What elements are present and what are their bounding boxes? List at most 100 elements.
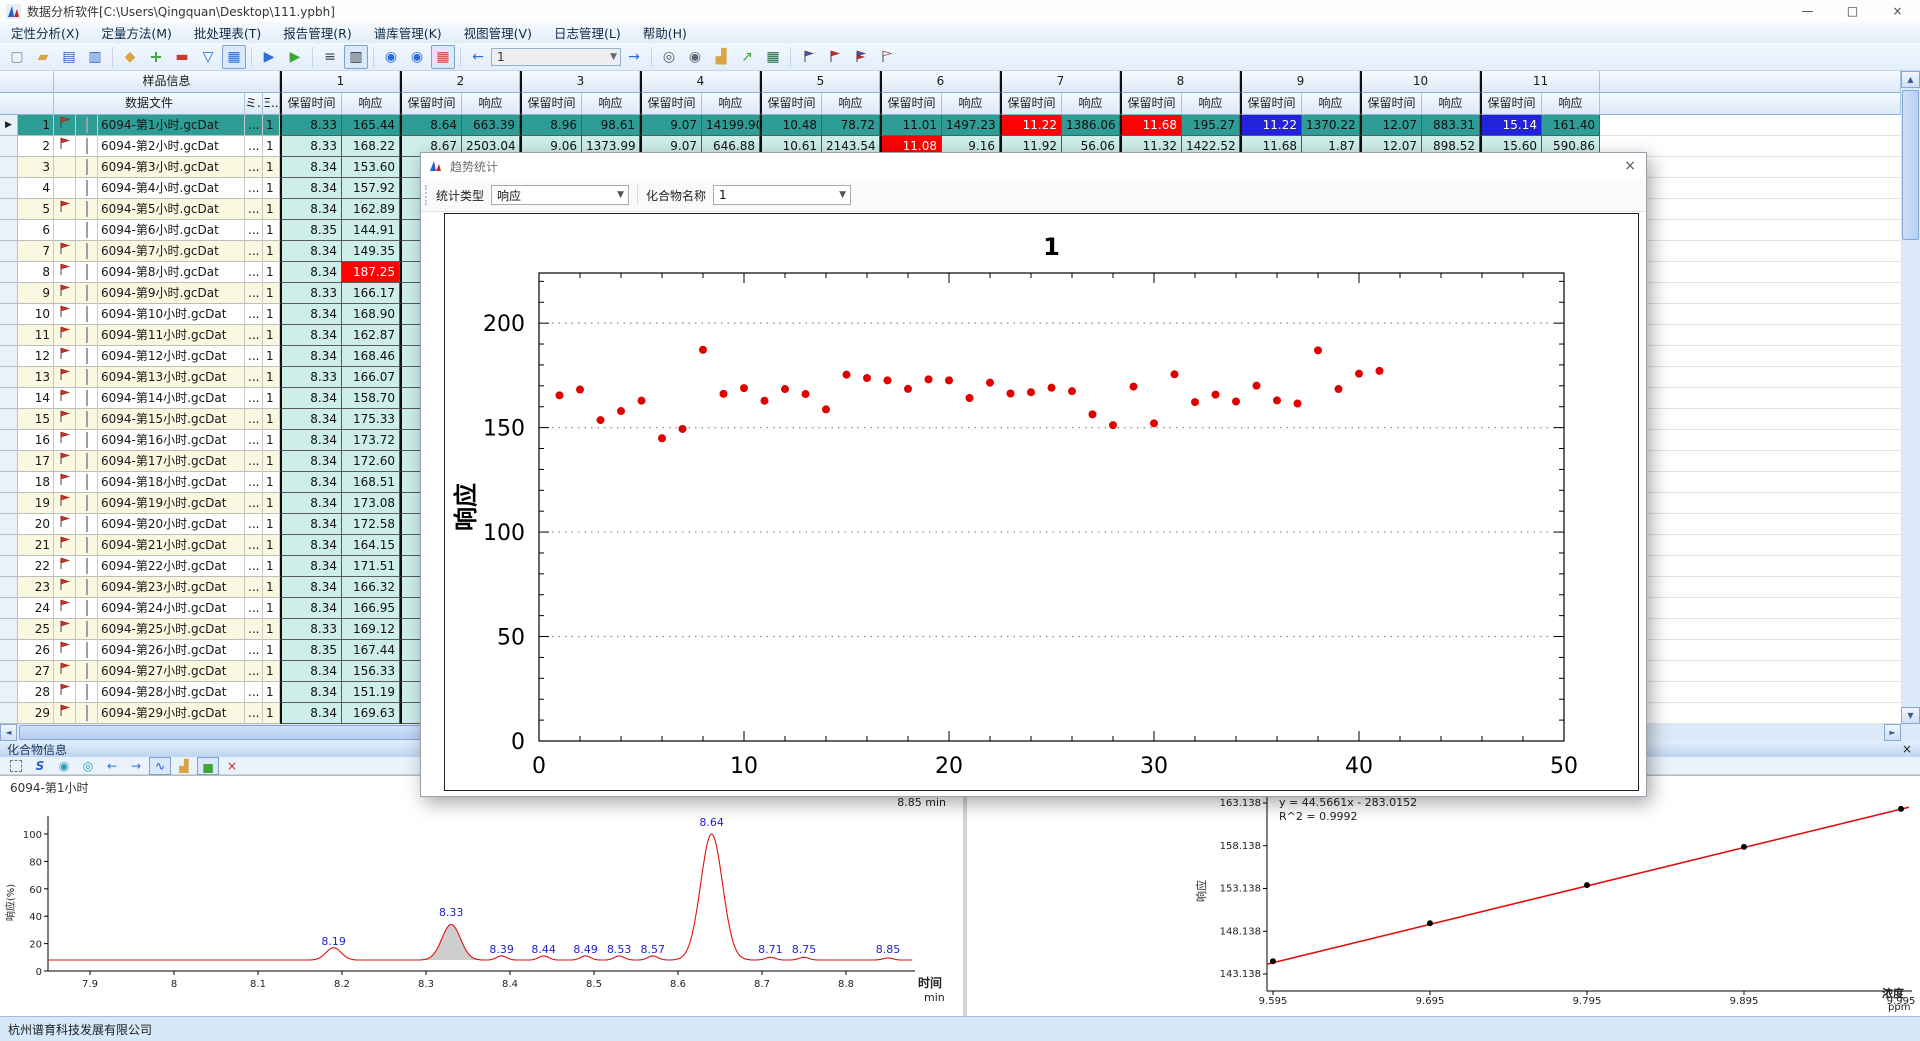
- browse-cell[interactable]: ...: [245, 325, 263, 346]
- browse-cell[interactable]: ...: [245, 451, 263, 472]
- vertical-scrollbar[interactable]: ▲ ▼: [1901, 71, 1920, 724]
- menu-item-3[interactable]: 批处理表(T): [183, 22, 272, 43]
- browse-cell[interactable]: ...: [245, 388, 263, 409]
- row-checkbox[interactable]: [86, 537, 88, 553]
- browse-cell[interactable]: ...: [245, 577, 263, 598]
- batch-table-icon[interactable]: ▦: [222, 45, 246, 69]
- browse-cell[interactable]: ...: [245, 682, 263, 703]
- menu-item-4[interactable]: 报告管理(R): [272, 22, 362, 43]
- row-checkbox[interactable]: [86, 243, 88, 259]
- scroll-left-button[interactable]: ◄: [0, 724, 17, 741]
- open-folder-icon[interactable]: ▰: [31, 45, 55, 69]
- row-checkbox[interactable]: [86, 621, 88, 637]
- sample-filter-icon[interactable]: ▽: [196, 45, 220, 69]
- nav-back-icon[interactable]: ←: [466, 45, 490, 69]
- scroll-right-button[interactable]: ►: [1884, 724, 1901, 741]
- close-button[interactable]: ×: [1875, 0, 1920, 22]
- compound-name-select[interactable]: 1▼: [713, 185, 851, 205]
- remove-sample-icon[interactable]: ▬: [170, 45, 194, 69]
- result-grid-icon[interactable]: ▦: [431, 45, 455, 69]
- save-all-icon[interactable]: ▥: [83, 45, 107, 69]
- maximize-button[interactable]: □: [1830, 0, 1875, 22]
- run-icon[interactable]: ▶: [257, 45, 281, 69]
- row-checkbox[interactable]: [86, 390, 88, 406]
- zoom-circle-icon[interactable]: ◉: [53, 757, 75, 775]
- concentration-icon[interactable]: ◉: [683, 45, 707, 69]
- prev-compound-icon[interactable]: ◉: [379, 45, 403, 69]
- table-row-1[interactable]: ▶16094-第1小时.gcDat...18.33165.448.64663.3…: [0, 115, 1901, 136]
- browse-cell[interactable]: ...: [245, 136, 263, 157]
- row-checkbox[interactable]: [86, 285, 88, 301]
- row-checkbox[interactable]: [86, 453, 88, 469]
- row-checkbox[interactable]: [86, 474, 88, 490]
- row-checkbox[interactable]: [86, 159, 88, 175]
- row-checkbox[interactable]: [86, 432, 88, 448]
- menu-item-8[interactable]: 帮助(H): [632, 22, 698, 43]
- browse-cell[interactable]: ...: [245, 199, 263, 220]
- browse-cell[interactable]: ...: [245, 430, 263, 451]
- row-checkbox[interactable]: [86, 222, 88, 238]
- stat-type-select[interactable]: 响应▼: [491, 185, 629, 205]
- flag-blue-icon[interactable]: [796, 45, 820, 69]
- browse-cell[interactable]: ...: [245, 514, 263, 535]
- nav-forward-icon[interactable]: →: [622, 45, 646, 69]
- browse-cell[interactable]: ...: [245, 619, 263, 640]
- row-checkbox[interactable]: [86, 495, 88, 511]
- flag-red-icon[interactable]: [822, 45, 846, 69]
- scroll-down-button[interactable]: ▼: [1901, 707, 1920, 724]
- browse-cell[interactable]: ...: [245, 556, 263, 577]
- browse-cell[interactable]: ...: [245, 220, 263, 241]
- row-checkbox[interactable]: [86, 306, 88, 322]
- browse-cell[interactable]: ...: [245, 262, 263, 283]
- row-checkbox[interactable]: [86, 663, 88, 679]
- chromatogram-panel[interactable]: 6094-第1小时4.65e2 pA8.85 min0204060801007.…: [0, 775, 963, 1017]
- row-checkbox[interactable]: [86, 600, 88, 616]
- sample-box-icon[interactable]: ◆: [118, 45, 142, 69]
- browse-cell[interactable]: ...: [245, 115, 263, 136]
- browse-cell[interactable]: ...: [245, 178, 263, 199]
- s-curve-icon[interactable]: S: [29, 757, 51, 775]
- browse-cell[interactable]: ...: [245, 661, 263, 682]
- browse-cell[interactable]: ...: [245, 472, 263, 493]
- browse-cell[interactable]: ...: [245, 493, 263, 514]
- spectrum-view-icon[interactable]: ▥: [344, 45, 368, 69]
- back-arrow-icon[interactable]: ←: [101, 757, 123, 775]
- flag-mixed-icon[interactable]: [848, 45, 872, 69]
- row-checkbox[interactable]: [86, 411, 88, 427]
- delete-icon[interactable]: ×: [221, 757, 243, 775]
- menu-item-1[interactable]: 定性分析(X): [0, 22, 90, 43]
- menu-item-7[interactable]: 日志管理(L): [543, 22, 632, 43]
- area-chart-icon[interactable]: ▟: [173, 757, 195, 775]
- browse-cell[interactable]: ...: [245, 367, 263, 388]
- excel-export-icon[interactable]: ▦: [761, 45, 785, 69]
- run-all-icon[interactable]: ▶: [283, 45, 307, 69]
- selection-frame-icon[interactable]: [5, 757, 27, 775]
- row-checkbox[interactable]: [86, 201, 88, 217]
- flag-outline-icon[interactable]: [874, 45, 898, 69]
- scroll-up-button[interactable]: ▲: [1901, 71, 1920, 88]
- row-checkbox[interactable]: [86, 705, 88, 721]
- add-sample-icon[interactable]: +: [144, 45, 168, 69]
- trend-icon[interactable]: ↗: [735, 45, 759, 69]
- menu-item-6[interactable]: 视图管理(V): [453, 22, 543, 43]
- calibration-panel[interactable]: 143.138148.138153.138158.138163.1389.595…: [967, 775, 1920, 1017]
- row-checkbox[interactable]: [86, 264, 88, 280]
- browse-cell[interactable]: ...: [245, 640, 263, 661]
- row-checkbox[interactable]: [86, 138, 88, 154]
- target-circle-icon[interactable]: ◎: [77, 757, 99, 775]
- browse-cell[interactable]: ...: [245, 409, 263, 430]
- save-icon[interactable]: ▤: [57, 45, 81, 69]
- browse-cell[interactable]: ...: [245, 283, 263, 304]
- row-checkbox[interactable]: [86, 558, 88, 574]
- report-view-icon[interactable]: ≡: [318, 45, 342, 69]
- row-checkbox[interactable]: [86, 327, 88, 343]
- new-file-icon[interactable]: ▢: [5, 45, 29, 69]
- line-chart-icon[interactable]: ∿: [149, 757, 171, 775]
- row-checkbox[interactable]: [86, 348, 88, 364]
- vertical-scroll-thumb[interactable]: [1902, 90, 1919, 240]
- menu-item-2[interactable]: 定量方法(M): [90, 22, 183, 43]
- row-checkbox[interactable]: [86, 642, 88, 658]
- dialog-close-icon[interactable]: ×: [1624, 158, 1636, 174]
- browse-cell[interactable]: ...: [245, 346, 263, 367]
- browse-cell[interactable]: ...: [245, 241, 263, 262]
